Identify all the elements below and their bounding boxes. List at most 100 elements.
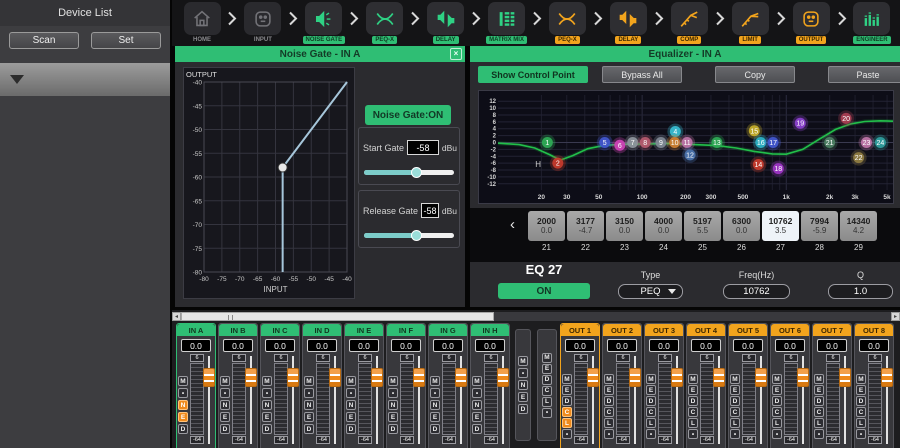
- equalizer-graph[interactable]: 121086420-2-4-6-8-10-1220305010020030050…: [478, 90, 894, 204]
- eq-on-button[interactable]: ON: [498, 283, 590, 299]
- channel-tab[interactable]: OUT 7: [813, 324, 851, 336]
- toolbar-item-peq-x[interactable]: PEQ-X: [545, 2, 589, 44]
- module-button-d[interactable]: D: [430, 424, 440, 434]
- freq-field[interactable]: 10762: [723, 284, 790, 299]
- module-button-c[interactable]: C: [856, 407, 866, 417]
- release-gate-slider[interactable]: [364, 233, 454, 238]
- module-button-m[interactable]: M: [688, 374, 698, 384]
- module-button-d[interactable]: D: [220, 424, 230, 434]
- module-button-e[interactable]: E: [604, 385, 614, 395]
- module-button-l[interactable]: L: [772, 418, 782, 428]
- module-button-l[interactable]: L: [646, 418, 656, 428]
- band-button[interactable]: 143404.2: [840, 211, 877, 241]
- eq-point-22[interactable]: 22: [851, 150, 867, 166]
- module-button-l[interactable]: L: [688, 418, 698, 428]
- module-button-n[interactable]: N: [346, 400, 356, 410]
- module-button-c[interactable]: C: [688, 407, 698, 417]
- module-button-m[interactable]: M: [262, 376, 272, 386]
- fader-handle[interactable]: [671, 368, 683, 387]
- channel-tab[interactable]: IN B: [219, 324, 257, 336]
- channel-gain-value[interactable]: 0.0: [349, 339, 379, 352]
- module-button-e[interactable]: E: [220, 412, 230, 422]
- module-button-c[interactable]: C: [772, 407, 782, 417]
- module-button-dot[interactable]: •: [604, 429, 614, 439]
- module-button-l[interactable]: L: [562, 418, 572, 428]
- module-button-m[interactable]: M: [178, 376, 188, 386]
- channel-gain-value[interactable]: 0.0: [391, 339, 421, 352]
- module-button-d[interactable]: D: [304, 424, 314, 434]
- slider-knob[interactable]: [411, 230, 422, 241]
- fader-handle[interactable]: [371, 368, 383, 387]
- eq-point-12[interactable]: 12: [682, 147, 698, 163]
- module-button-l[interactable]: L: [814, 418, 824, 428]
- module-button-e[interactable]: E: [646, 385, 656, 395]
- channel-gain-value[interactable]: 0.0: [817, 339, 847, 352]
- eq-point-2[interactable]: 2: [550, 155, 566, 171]
- eq-point-5[interactable]: 5: [597, 135, 613, 151]
- module-button-dot[interactable]: •: [220, 388, 230, 398]
- module-button-m[interactable]: M: [220, 376, 230, 386]
- module-button-e[interactable]: E: [772, 385, 782, 395]
- module-button-n[interactable]: N: [430, 400, 440, 410]
- module-button-e[interactable]: E: [562, 385, 572, 395]
- channel-gain-value[interactable]: 0.0: [691, 339, 721, 352]
- fader-handle[interactable]: [587, 368, 599, 387]
- module-button-m[interactable]: M: [542, 353, 552, 363]
- module-button-m[interactable]: M: [814, 374, 824, 384]
- scrollbar-thumb[interactable]: [181, 312, 494, 321]
- channel-gain-value[interactable]: 0.0: [733, 339, 763, 352]
- module-button-d[interactable]: D: [518, 404, 528, 414]
- module-button-n[interactable]: N: [262, 400, 272, 410]
- toolbar-item-limit[interactable]: LIMIT: [728, 2, 772, 44]
- module-button-n[interactable]: N: [304, 400, 314, 410]
- noise-gate-graph[interactable]: -80-75-70-65-60-55-50-45-40-40-45-50-55-…: [183, 67, 355, 299]
- module-button-e[interactable]: E: [518, 392, 528, 402]
- channel-strip-out-6[interactable]: OUT 60.0MEDCL•6-64: [770, 323, 810, 448]
- band-button[interactable]: 31500.0: [606, 211, 643, 241]
- fader-handle[interactable]: [797, 368, 809, 387]
- bypass-all-button[interactable]: Bypass All: [602, 66, 682, 83]
- band-button[interactable]: 63000.0: [723, 211, 760, 241]
- eq-point-9[interactable]: 9: [653, 135, 669, 151]
- channel-gain-value[interactable]: 0.0: [607, 339, 637, 352]
- eq-point-19[interactable]: 19: [792, 115, 808, 131]
- channel-strip-out-8[interactable]: OUT 80.0MEDCL•6-64: [854, 323, 894, 448]
- output-master-strip[interactable]: MEDCL•: [537, 329, 557, 441]
- fader-handle[interactable]: [287, 368, 299, 387]
- eq-point-23[interactable]: 23: [858, 135, 874, 151]
- module-button-d[interactable]: D: [856, 396, 866, 406]
- module-button-e[interactable]: E: [856, 385, 866, 395]
- module-button-dot[interactable]: •: [542, 408, 552, 418]
- close-icon[interactable]: ×: [450, 48, 462, 60]
- channel-strip-in-b[interactable]: IN B0.0M•NED6-64: [218, 323, 258, 448]
- fader-handle[interactable]: [713, 368, 725, 387]
- module-button-m[interactable]: M: [562, 374, 572, 384]
- band-button[interactable]: 3177-4.7: [567, 211, 604, 241]
- channel-strip-out-5[interactable]: OUT 50.0MEDCL•6-64: [728, 323, 768, 448]
- channel-tab[interactable]: IN F: [387, 324, 425, 336]
- eq-point-17[interactable]: 17: [765, 135, 781, 151]
- release-gate-value[interactable]: -58: [421, 203, 439, 218]
- channel-strip-in-d[interactable]: IN D0.0M•NED6-64: [302, 323, 342, 448]
- module-button-e[interactable]: E: [304, 412, 314, 422]
- module-button-m[interactable]: M: [304, 376, 314, 386]
- module-button-e[interactable]: E: [472, 412, 482, 422]
- module-button-l[interactable]: L: [730, 418, 740, 428]
- module-button-dot[interactable]: •: [178, 388, 188, 398]
- module-button-dot[interactable]: •: [430, 388, 440, 398]
- band-button[interactable]: 40000.0: [645, 211, 682, 241]
- eq-point-18[interactable]: 18: [770, 161, 786, 177]
- scan-button[interactable]: Scan: [9, 32, 79, 49]
- module-button-dot[interactable]: •: [262, 388, 272, 398]
- module-button-dot[interactable]: •: [562, 429, 572, 439]
- eq-point-24[interactable]: 24: [872, 135, 888, 151]
- band-button[interactable]: 51975.5: [684, 211, 721, 241]
- module-button-d[interactable]: D: [472, 424, 482, 434]
- module-button-e[interactable]: E: [542, 364, 552, 374]
- fader-handle[interactable]: [329, 368, 341, 387]
- module-button-c[interactable]: C: [814, 407, 824, 417]
- eq-point-8[interactable]: 8: [637, 135, 653, 151]
- channel-tab[interactable]: IN E: [345, 324, 383, 336]
- device-dropdown[interactable]: [0, 63, 170, 96]
- toolbar-item-noise-gate[interactable]: NOISE GATE: [302, 2, 346, 44]
